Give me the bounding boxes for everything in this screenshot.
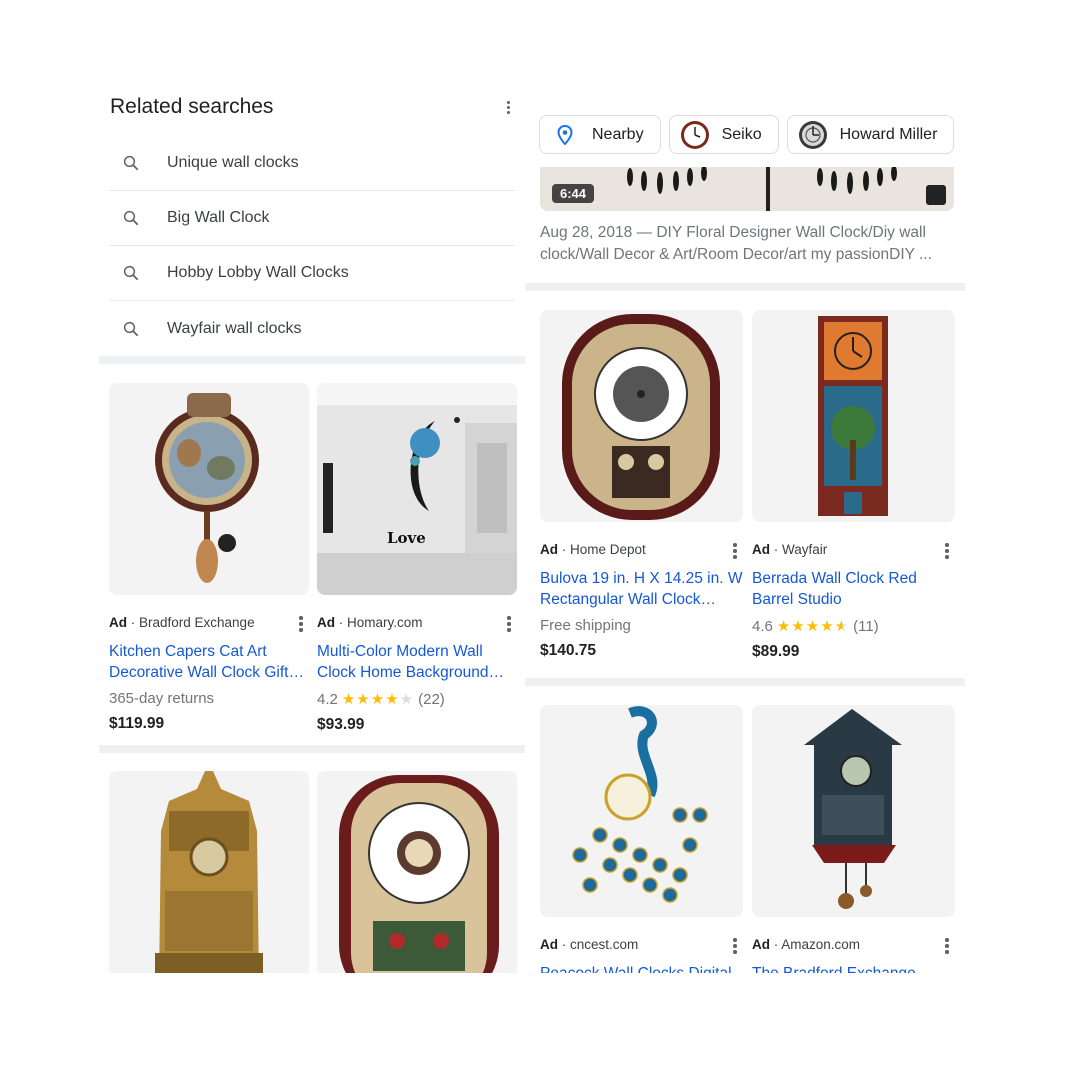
product-card[interactable]: Ad · Wayfair Berrada Wall Clock Red Barr… bbox=[752, 310, 955, 661]
related-search-item[interactable]: Big Wall Clock bbox=[109, 191, 515, 246]
product-card[interactable]: Ad · Home Depot Bulova 19 in. H X 14.25 … bbox=[540, 310, 743, 660]
video-thumbnail[interactable]: 6:44 bbox=[540, 167, 954, 211]
location-pin-icon bbox=[550, 120, 580, 150]
seller-name: Bradford Exchange bbox=[139, 615, 255, 630]
ad-label: Ad bbox=[109, 615, 127, 630]
rating-value: 4.2 bbox=[317, 690, 338, 708]
section-divider bbox=[525, 678, 965, 686]
search-icon bbox=[123, 155, 139, 171]
product-meta: Ad · cncest.com bbox=[540, 937, 743, 955]
product-rating: 4.6 ★★★★★ (11) bbox=[752, 617, 955, 636]
more-options-icon[interactable] bbox=[299, 616, 303, 634]
more-options-icon[interactable] bbox=[507, 101, 511, 116]
related-searches-title: Related searches bbox=[110, 95, 274, 118]
product-card[interactable]: Ad · cncest.com Peacock Wall Clocks Digi… bbox=[540, 705, 743, 973]
ad-label: Ad bbox=[752, 937, 770, 952]
chip-label: Seiko bbox=[721, 125, 762, 143]
chip-label: Howard Miller bbox=[839, 125, 938, 143]
product-image[interactable] bbox=[752, 310, 955, 522]
ad-label: Ad bbox=[540, 937, 558, 952]
rating-value: 4.6 bbox=[752, 617, 773, 635]
seller-name: Home Depot bbox=[570, 542, 646, 557]
chip-seiko[interactable]: Seiko bbox=[668, 115, 779, 154]
product-meta: Ad · Bradford Exchange bbox=[109, 615, 309, 633]
filter-chips: Nearby Seiko Howard Miller bbox=[539, 115, 955, 154]
product-image[interactable] bbox=[109, 383, 309, 595]
seller-name: cncest.com bbox=[570, 937, 639, 952]
related-search-item[interactable]: Hobby Lobby Wall Clocks bbox=[109, 246, 515, 301]
video-duration-badge: 6:44 bbox=[552, 184, 595, 203]
review-count: (22) bbox=[418, 690, 445, 708]
product-shipping: Free shipping bbox=[540, 617, 631, 634]
related-search-item[interactable]: Unique wall clocks bbox=[109, 136, 515, 191]
ad-label: Ad bbox=[540, 542, 558, 557]
related-search-label: Unique wall clocks bbox=[167, 154, 299, 171]
product-rating: 4.2 ★★★★★ (22) bbox=[317, 690, 517, 709]
product-title-link[interactable]: Berrada Wall Clock Red Barrel Studio bbox=[752, 568, 955, 610]
section-divider bbox=[99, 745, 525, 753]
product-image[interactable]: Love bbox=[317, 383, 517, 595]
section-divider bbox=[525, 283, 965, 291]
product-title-link[interactable]: Multi-Color Modern Wall Clock Home Backg… bbox=[317, 641, 517, 683]
search-icon bbox=[123, 265, 139, 281]
product-image[interactable] bbox=[752, 705, 955, 917]
product-title-link[interactable]: Kitchen Capers Cat Art Decorative Wall C… bbox=[109, 641, 309, 683]
product-meta: Ad · Wayfair bbox=[752, 542, 955, 560]
related-search-item[interactable]: Wayfair wall clocks bbox=[109, 301, 515, 356]
related-search-label: Big Wall Clock bbox=[167, 209, 270, 226]
seller-name: Amazon.com bbox=[781, 937, 861, 952]
product-image[interactable] bbox=[109, 771, 309, 973]
product-title-link[interactable]: The Bradford Exchange bbox=[752, 963, 955, 973]
star-rating-icon: ★★★★★ bbox=[341, 691, 415, 708]
product-shipping: 365-day returns bbox=[109, 690, 215, 707]
right-results-panel: Nearby Seiko Howard Miller 6:44 Aug 28, … bbox=[525, 105, 965, 973]
related-search-label: Wayfair wall clocks bbox=[167, 319, 302, 337]
product-image[interactable] bbox=[540, 310, 743, 522]
left-results-panel: Related searches Unique wall clocks Big … bbox=[99, 85, 525, 973]
related-search-label: Hobby Lobby Wall Clocks bbox=[167, 264, 349, 281]
product-card[interactable] bbox=[317, 771, 517, 973]
seller-name: Homary.com bbox=[347, 615, 423, 630]
more-options-icon[interactable] bbox=[733, 938, 737, 956]
product-meta: Ad · Home Depot bbox=[540, 542, 743, 560]
ad-label: Ad bbox=[752, 542, 770, 557]
product-card[interactable] bbox=[109, 771, 309, 973]
product-meta: Ad · Amazon.com bbox=[752, 937, 955, 955]
product-price: $93.99 bbox=[317, 716, 365, 733]
chip-nearby[interactable]: Nearby bbox=[539, 115, 661, 154]
search-icon bbox=[123, 321, 139, 336]
product-title-link[interactable]: Peacock Wall Clocks Digital bbox=[540, 963, 743, 973]
seller-name: Wayfair bbox=[782, 542, 828, 557]
more-options-icon[interactable] bbox=[507, 616, 511, 634]
product-price: $140.75 bbox=[540, 642, 597, 659]
search-icon bbox=[123, 210, 139, 226]
product-card[interactable]: Love Ad · Homary.com Multi-Color Modern … bbox=[317, 383, 517, 734]
product-price: $119.99 bbox=[109, 715, 165, 732]
more-options-icon[interactable] bbox=[945, 543, 949, 561]
video-description[interactable]: Aug 28, 2018 — DIY Floral Designer Wall … bbox=[540, 222, 954, 266]
ad-label: Ad bbox=[317, 615, 335, 630]
product-image[interactable] bbox=[540, 705, 743, 917]
product-meta: Ad · Homary.com bbox=[317, 615, 517, 633]
image-text: Love bbox=[387, 529, 426, 547]
product-title-link[interactable]: Bulova 19 in. H X 14.25 in. W Rectangula… bbox=[540, 568, 743, 610]
chip-label: Nearby bbox=[592, 125, 644, 143]
review-count: (11) bbox=[853, 617, 879, 635]
product-price: $89.99 bbox=[752, 643, 800, 660]
product-image[interactable] bbox=[317, 771, 517, 973]
more-options-icon[interactable] bbox=[945, 938, 949, 956]
clock-thumbnail-icon bbox=[680, 120, 710, 150]
chip-howard-miller[interactable]: Howard Miller bbox=[786, 115, 955, 154]
section-divider bbox=[99, 356, 525, 364]
expand-icon[interactable] bbox=[926, 185, 946, 205]
clock-thumbnail-icon bbox=[798, 120, 828, 150]
more-options-icon[interactable] bbox=[733, 543, 737, 561]
star-rating-icon: ★★★★★ bbox=[776, 618, 850, 635]
product-card[interactable]: Ad · Amazon.com The Bradford Exchange bbox=[752, 705, 955, 973]
product-card[interactable]: Ad · Bradford Exchange Kitchen Capers Ca… bbox=[109, 383, 309, 733]
